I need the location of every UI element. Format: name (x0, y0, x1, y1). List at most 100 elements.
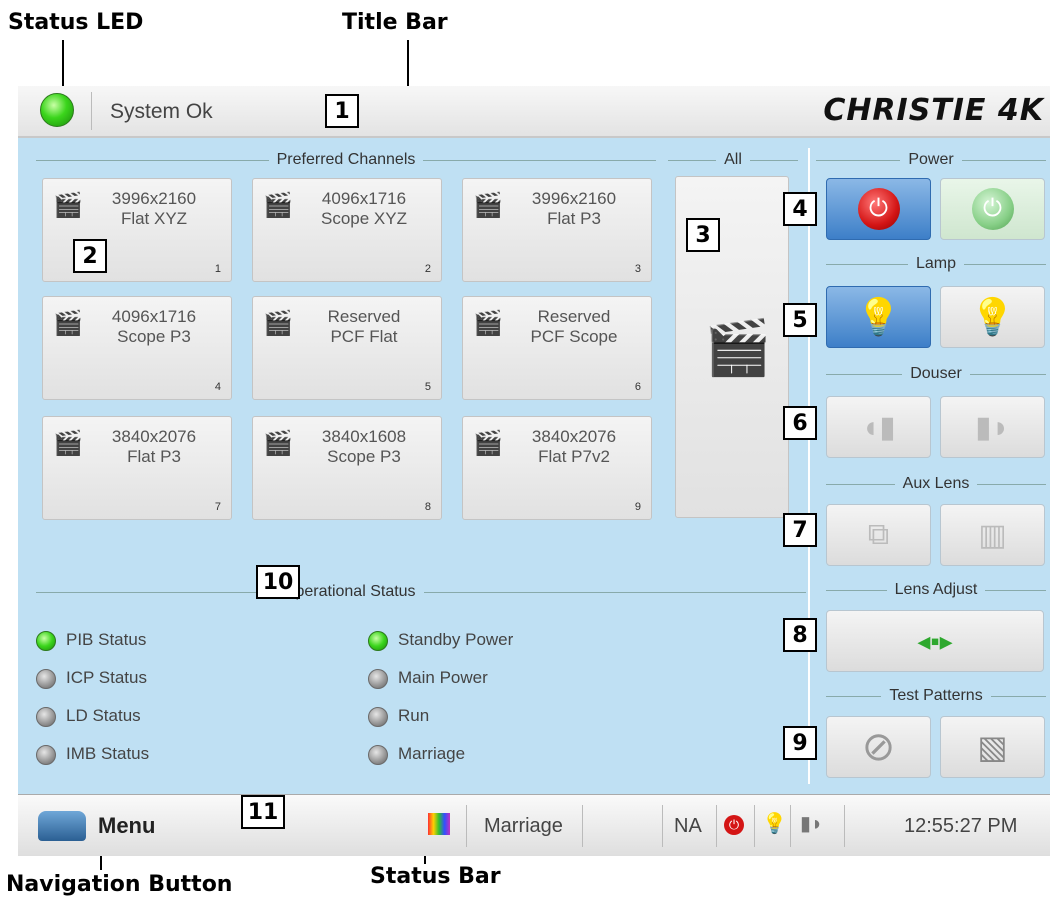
channel-button-9[interactable]: 🎬 3840x2076 Flat P7v2 9 (462, 416, 652, 520)
no-pattern-icon: ⊘ (861, 725, 896, 769)
channel-button-8[interactable]: 🎬 3840x1608 Scope P3 8 (252, 416, 442, 520)
status-led-icon (36, 669, 56, 689)
callout-5: 5 (783, 303, 817, 337)
lamp-off-icon: 💡 (856, 296, 901, 337)
lens-adjust-arrows-icon: ◂▪▸ (917, 625, 953, 656)
lamp-status-icon: 💡 (762, 813, 787, 835)
lamp-header: Lamp (826, 254, 1046, 274)
callout-1: 1 (325, 94, 359, 128)
channel-button-4[interactable]: 🎬 4096x1716 Scope P3 4 (42, 296, 232, 400)
channel-button-1[interactable]: 🎬 3996x2160 Flat XYZ 1 (42, 178, 232, 282)
channel-format: Flat P7v2 (538, 447, 610, 466)
operational-status-label: Main Power (398, 668, 488, 687)
channel-format: Flat P3 (547, 209, 601, 228)
aux-lens-insert-icon: ⧉ (867, 518, 890, 551)
channel-number: 9 (634, 501, 641, 513)
operational-status-label: Run (398, 706, 430, 725)
power-off-button[interactable]: ⏻ (826, 178, 931, 240)
aux-lens-insert-button[interactable]: ⧉ (826, 504, 931, 566)
status-led-pointer (62, 40, 64, 92)
menu-button[interactable]: Menu (28, 801, 218, 851)
douser-header: Douser (826, 364, 1047, 384)
status-bar: Menu Marriage NA ⏻ 💡 ▮◗ 12:55:27 PM (18, 794, 1050, 856)
callout-7: 7 (783, 513, 817, 547)
status-separator (662, 805, 663, 847)
status-led-icon (368, 669, 388, 689)
operational-status-header: Operational Status (36, 582, 806, 602)
douser-status-icon: ▮◗ (800, 813, 824, 835)
na-status-text: NA (674, 815, 702, 837)
channel-button-7[interactable]: 🎬 3840x2076 Flat P3 7 (42, 416, 232, 520)
channel-number: 1 (214, 263, 221, 275)
clapperboard-icon: 🎬 (473, 192, 503, 219)
channel-resolution: 3996x2160 (111, 189, 197, 208)
operational-status-label: Standby Power (398, 630, 514, 649)
channel-button-3[interactable]: 🎬 3996x2160 Flat P3 3 (462, 178, 652, 282)
status-separator (790, 805, 791, 847)
lens-adjust-button[interactable]: ◂▪▸ (826, 610, 1044, 672)
test-pattern-off-button[interactable]: ⊘ (826, 716, 931, 778)
channel-number: 6 (634, 381, 641, 393)
callout-2: 2 (73, 239, 107, 273)
system-status-text: System Ok (110, 100, 213, 123)
channel-format: Scope P3 (117, 327, 191, 346)
channel-number: 8 (424, 501, 431, 513)
channel-resolution: Reserved (537, 307, 611, 326)
channel-format: Flat P3 (127, 447, 181, 466)
channel-button-6[interactable]: 🎬 Reserved PCF Scope 6 (462, 296, 652, 400)
title-separator (91, 92, 92, 130)
channel-resolution: 4096x1716 (321, 189, 407, 208)
callout-3: 3 (686, 218, 720, 252)
callout-9: 9 (783, 726, 817, 760)
lamp-on-button[interactable]: 💡 (940, 286, 1045, 348)
operational-status-label: Marriage (398, 744, 466, 763)
aux-lens-remove-button[interactable]: ▥ (940, 504, 1045, 566)
christie-4k-logo: CHRISTIE 4K (823, 93, 1044, 128)
menu-label: Menu (98, 813, 156, 838)
status-led-icon (368, 745, 388, 765)
callout-6: 6 (783, 406, 817, 440)
power-off-icon: ⏻ (857, 188, 900, 230)
channel-number: 5 (424, 381, 431, 393)
power-on-button[interactable]: ⏻ (940, 178, 1045, 240)
clapperboard-icon: 🎬 (53, 310, 83, 337)
clapperboard-icon: 🎬 (473, 430, 503, 457)
douser-close-icon: ◖▮ (861, 410, 896, 444)
channel-number: 7 (214, 501, 221, 513)
status-led-icon (40, 93, 74, 127)
status-led-icon (36, 745, 56, 765)
douser-open-button[interactable]: ▮◗ (940, 396, 1045, 458)
power-header: Power (816, 150, 1047, 170)
channel-resolution: 3840x2076 (111, 427, 197, 446)
channel-button-2[interactable]: 🎬 4096x1716 Scope XYZ 2 (252, 178, 442, 282)
marriage-status-text: Marriage (484, 815, 563, 837)
aux-lens-header: Aux Lens (826, 474, 1046, 494)
title-bar: System Ok CHRISTIE 4K (18, 86, 1050, 138)
test-pattern-select-button[interactable]: ▧ (940, 716, 1045, 778)
test-pattern-icon: ▧ (977, 729, 1008, 765)
status-separator (716, 805, 717, 847)
preferred-channels-header: Preferred Channels (36, 150, 656, 170)
channel-number: 3 (634, 263, 641, 275)
channel-format: PCF Flat (330, 327, 398, 346)
status-led-icon (36, 631, 56, 651)
clapperboards-icon: 🎬 (704, 318, 772, 378)
lamp-off-button[interactable]: 💡 (826, 286, 931, 348)
clapperboard-icon: 🎬 (263, 192, 293, 219)
power-on-icon: ⏻ (971, 188, 1014, 230)
clapperboard-icon: 🎬 (473, 310, 503, 337)
callout-10: 10 (256, 565, 300, 599)
douser-open-icon: ▮◗ (975, 410, 1010, 444)
channel-resolution: 4096x1716 (111, 307, 197, 326)
douser-close-button[interactable]: ◖▮ (826, 396, 931, 458)
status-bar-callout: Status Bar (370, 864, 501, 889)
channel-button-5[interactable]: 🎬 Reserved PCF Flat 5 (252, 296, 442, 400)
operational-status-label: ICP Status (66, 668, 147, 687)
channel-resolution: 3840x2076 (531, 427, 617, 446)
clock-text: 12:55:27 PM (904, 815, 1018, 837)
callout-4: 4 (783, 192, 817, 226)
status-led-icon (36, 707, 56, 727)
channel-format: Scope XYZ (321, 209, 407, 228)
test-patterns-header: Test Patterns (826, 686, 1046, 706)
lens-adjust-header: Lens Adjust (826, 580, 1047, 600)
